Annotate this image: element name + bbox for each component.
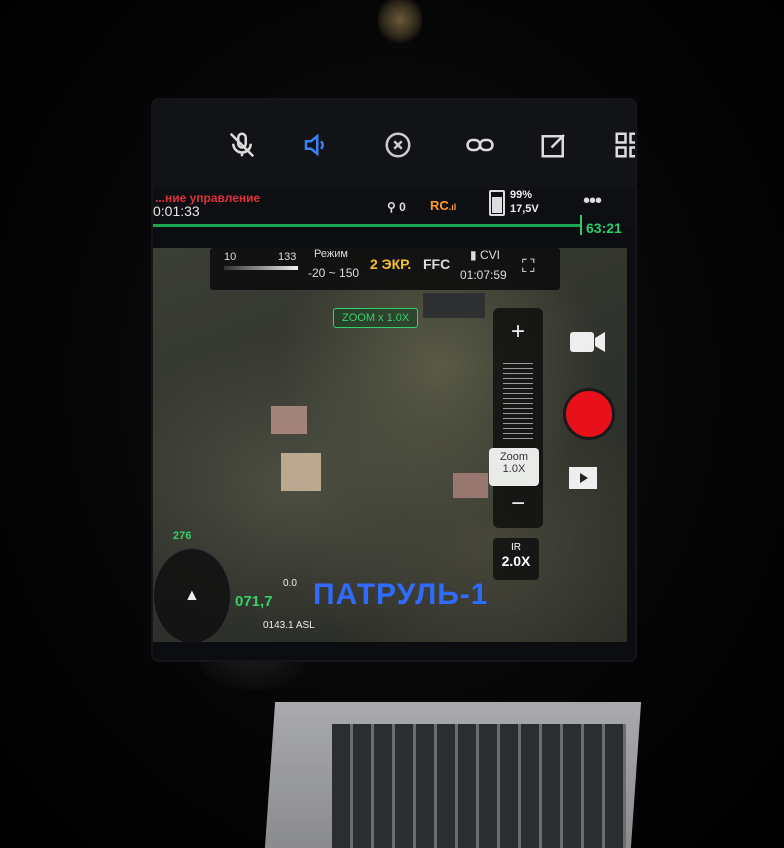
zoom-hint: ZOOM x 1.0X [333, 308, 419, 328]
zoom-value: 1.0X [502, 463, 526, 475]
satellite-icon: ⚲ [387, 200, 396, 214]
roof [423, 293, 485, 318]
edit-icon[interactable] [537, 128, 571, 162]
signal-value: ⚲ 0 [387, 200, 406, 214]
ruin [453, 473, 488, 498]
toolbar [153, 100, 635, 188]
ceiling-lamp [378, 0, 422, 44]
elapsed-time: 0:01:33 [153, 203, 200, 219]
battery-percent: 99% [510, 189, 533, 201]
zoom-out-button[interactable]: − [493, 490, 543, 518]
zoom-indicator[interactable]: Zoom 1.0X [489, 448, 539, 486]
close-circle-icon[interactable] [381, 128, 415, 162]
range-low: 10 [224, 251, 237, 263]
thermal-gradient [224, 266, 298, 270]
heading-value: 276 [173, 530, 192, 542]
rc-indicator: RC.ıl [430, 198, 457, 213]
zoom-label: Zoom [499, 451, 529, 463]
video-mode-icon[interactable] [568, 328, 608, 361]
zoom-in-button[interactable]: + [493, 318, 543, 346]
record-button[interactable] [563, 388, 615, 440]
altitude-value: 071,7 [235, 593, 273, 610]
rc-label: RC [430, 198, 449, 213]
zoom-scale[interactable] [503, 363, 533, 443]
background: ...ние управление 0:01:33 ⚲ 0 RC.ıl 99% … [0, 0, 784, 848]
more-icon[interactable]: ••• [583, 190, 602, 213]
ffc-button[interactable]: FFC [423, 256, 450, 272]
battery-voltage: 17,5V [510, 203, 539, 215]
screen-mode[interactable]: 2 ЭКР. [370, 256, 411, 272]
thermal-topbar: 10 133 Режим -20 ~ 150 2 ЭКР. FFC ▮ CVI … [210, 248, 560, 290]
lock-target-icon[interactable]: ⛶ [522, 256, 535, 277]
satellite-count: 0 [399, 200, 406, 214]
ir-label: IR [511, 542, 521, 553]
flight-progress-bar [153, 224, 581, 227]
zoom-panel: + Zoom 1.0X − [489, 308, 543, 528]
range-high: 133 [278, 251, 297, 263]
progress-marker [580, 215, 582, 235]
ir-value: 2.0X [501, 553, 531, 569]
asl-value: 0143.1 ASL [263, 620, 315, 631]
laptop-keyboard [332, 724, 626, 848]
ruin [281, 453, 321, 491]
tablet-screen: ...ние управление 0:01:33 ⚲ 0 RC.ıl 99% … [153, 100, 635, 660]
cvi-text: CVI [479, 248, 500, 262]
mode-label: Режим [314, 248, 348, 260]
aircraft-arrow-icon: ▲ [184, 587, 200, 604]
mic-off-icon[interactable] [225, 128, 259, 162]
patrol-label: ПАТРУЛЬ-1 [313, 578, 489, 611]
link-icon[interactable] [463, 128, 497, 162]
cvi-time: 01:07:59 [460, 268, 507, 282]
status-row: ...ние управление 0:01:33 ⚲ 0 RC.ıl 99% … [153, 188, 635, 228]
remaining-time: 63:21 [586, 220, 622, 236]
mode-range: -20 ~ 150 [308, 266, 360, 280]
cvi-label: ▮ CVI [470, 248, 500, 262]
battery-icon [489, 190, 505, 216]
volume-icon[interactable] [299, 128, 333, 162]
playback-icon[interactable] [568, 466, 598, 495]
ir-zoom[interactable]: IR 2.0X [493, 538, 539, 580]
speed-value: 0.0 [283, 578, 297, 589]
ruin [271, 406, 307, 434]
grid-icon[interactable] [611, 128, 635, 162]
camera-feed[interactable]: 10 133 Режим -20 ~ 150 2 ЭКР. FFC ▮ CVI … [153, 248, 627, 642]
compass: ▲ [153, 548, 231, 642]
